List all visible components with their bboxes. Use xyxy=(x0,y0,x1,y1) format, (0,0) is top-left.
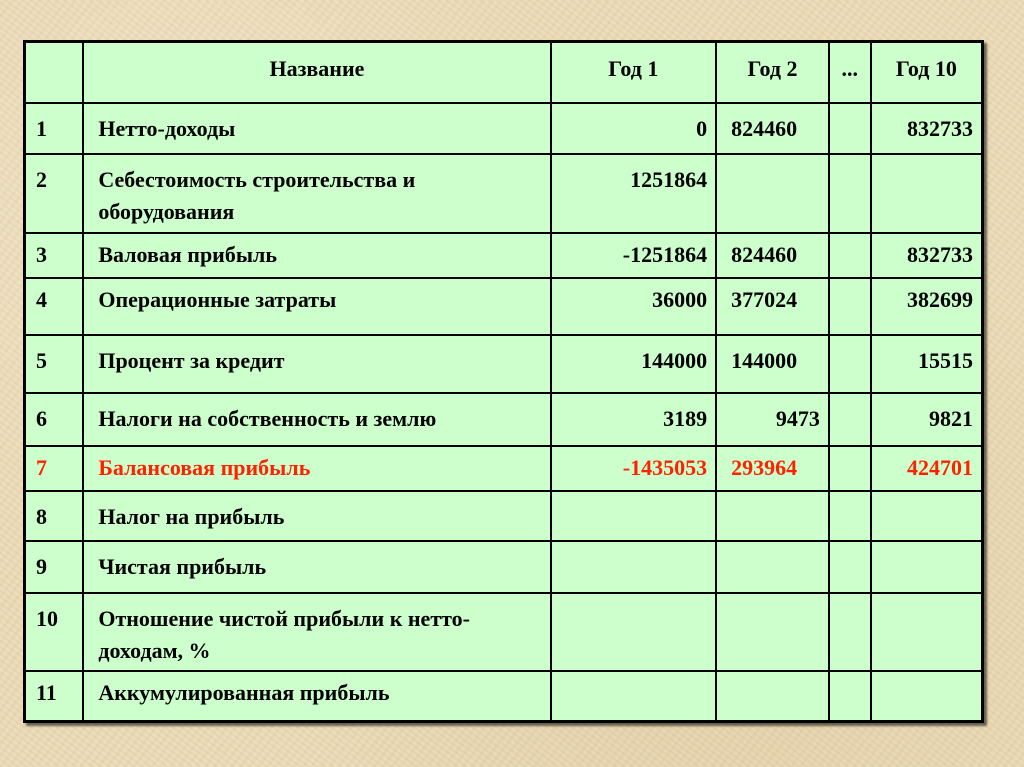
cell-year10 xyxy=(869,152,984,234)
cell-year1: -1251864 xyxy=(549,231,718,279)
row-number: 11 xyxy=(23,669,85,723)
table-row: 5 Процент за кредит 144000 144000 15515 xyxy=(23,333,984,394)
cell-year2: 144000 xyxy=(715,333,830,394)
cell-year10: 15515 xyxy=(869,333,984,394)
cell-year1: 36000 xyxy=(549,276,718,336)
cell-ellipsis xyxy=(827,391,872,447)
cell-ellipsis xyxy=(827,539,872,594)
row-name: Процент за кредит xyxy=(82,333,552,394)
cell-year1 xyxy=(549,591,718,672)
cell-year2: 377024 xyxy=(715,276,830,336)
row-number: 2 xyxy=(23,152,85,234)
cell-year2 xyxy=(715,539,830,594)
table-row: 6 Налоги на собственность и землю 3189 9… xyxy=(23,391,984,447)
header-year2: Год 2 xyxy=(715,40,830,104)
table-row: 9 Чистая прибыль xyxy=(23,539,984,594)
row-number: 8 xyxy=(23,489,85,542)
header-ellipsis: ... xyxy=(827,40,872,104)
cell-year10 xyxy=(869,539,984,594)
row-name: Налог на прибыль xyxy=(82,489,552,542)
cell-year1: 1251864 xyxy=(549,152,718,234)
table-row: 2 Себестоимость строительства и оборудов… xyxy=(23,152,984,234)
cell-year2: 824460 xyxy=(715,101,830,155)
row-number: 7 xyxy=(23,444,85,492)
row-name: Балансовая прибыль xyxy=(82,444,552,492)
cell-ellipsis xyxy=(827,669,872,723)
financial-results-table: Название Год 1 Год 2 ... Год 10 1 Нетто-… xyxy=(23,40,984,723)
row-name: Себестоимость строительства и оборудован… xyxy=(82,152,552,234)
row-name: Валовая прибыль xyxy=(82,231,552,279)
cell-year10: 9821 xyxy=(869,391,984,447)
header-year10: Год 10 xyxy=(869,40,984,104)
row-name: Нетто-доходы xyxy=(82,101,552,155)
table-row: 4 Операционные затраты 36000 377024 3826… xyxy=(23,276,984,336)
cell-ellipsis xyxy=(827,333,872,394)
cell-year10 xyxy=(869,489,984,542)
header-num xyxy=(23,40,85,104)
row-number: 3 xyxy=(23,231,85,279)
cell-year1: 144000 xyxy=(549,333,718,394)
cell-ellipsis xyxy=(827,276,872,336)
cell-year10: 832733 xyxy=(869,231,984,279)
cell-year2: 824460 xyxy=(715,231,830,279)
cell-year1 xyxy=(549,489,718,542)
cell-year10: 832733 xyxy=(869,101,984,155)
table-row: 10 Отношение чистой прибыли к нетто-дохо… xyxy=(23,591,984,672)
table-row: 8 Налог на прибыль xyxy=(23,489,984,542)
cell-year2: 9473 xyxy=(715,391,830,447)
cell-year1 xyxy=(549,539,718,594)
table-row: 3 Валовая прибыль -1251864 824460 832733 xyxy=(23,231,984,279)
row-number: 9 xyxy=(23,539,85,594)
header-year1: Год 1 xyxy=(549,40,718,104)
cell-ellipsis xyxy=(827,489,872,542)
table-row-highlighted: 7 Балансовая прибыль -1435053 293964 424… xyxy=(23,444,984,492)
cell-ellipsis xyxy=(827,101,872,155)
row-name: Аккумулированная прибыль xyxy=(82,669,552,723)
cell-year10 xyxy=(869,669,984,723)
cell-ellipsis xyxy=(827,444,872,492)
cell-ellipsis xyxy=(827,591,872,672)
row-name: Чистая прибыль xyxy=(82,539,552,594)
row-name: Операционные затраты xyxy=(82,276,552,336)
row-number: 10 xyxy=(23,591,85,672)
cell-year2: 293964 xyxy=(715,444,830,492)
table-row: 1 Нетто-доходы 0 824460 832733 xyxy=(23,101,984,155)
cell-year2 xyxy=(715,152,830,234)
cell-ellipsis xyxy=(827,231,872,279)
row-number: 5 xyxy=(23,333,85,394)
table-header-row: Название Год 1 Год 2 ... Год 10 xyxy=(23,40,984,104)
cell-year1: 0 xyxy=(549,101,718,155)
cell-year2 xyxy=(715,669,830,723)
cell-year10: 382699 xyxy=(869,276,984,336)
cell-year2 xyxy=(715,489,830,542)
row-number: 1 xyxy=(23,101,85,155)
cell-year1 xyxy=(549,669,718,723)
table-row: 11 Аккумулированная прибыль xyxy=(23,669,984,723)
cell-year1: 3189 xyxy=(549,391,718,447)
row-number: 6 xyxy=(23,391,85,447)
row-name: Отношение чистой прибыли к нетто-доходам… xyxy=(82,591,552,672)
row-number: 4 xyxy=(23,276,85,336)
cell-year10 xyxy=(869,591,984,672)
cell-year10: 424701 xyxy=(869,444,984,492)
cell-year1: -1435053 xyxy=(549,444,718,492)
row-name: Налоги на собственность и землю xyxy=(82,391,552,447)
header-name: Название xyxy=(82,40,552,104)
cell-ellipsis xyxy=(827,152,872,234)
cell-year2 xyxy=(715,591,830,672)
